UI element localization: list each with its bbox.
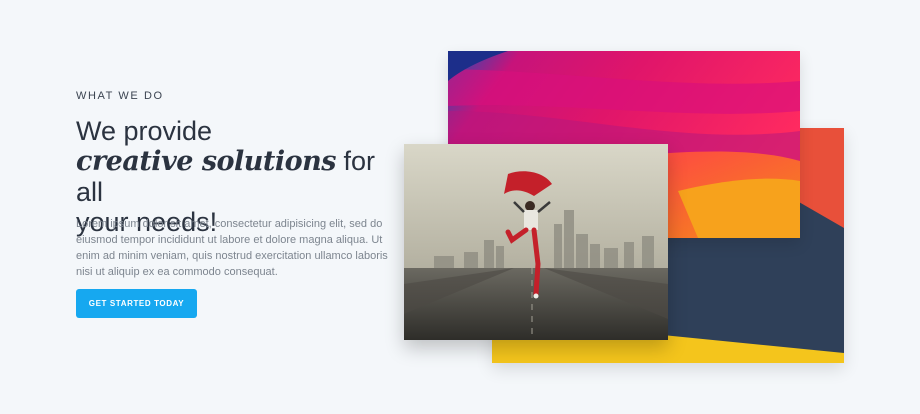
headline-line-1: We provide	[76, 116, 213, 146]
headline-emphasis: creative solutions	[76, 146, 337, 177]
get-started-button[interactable]: GET STARTED TODAY	[76, 289, 197, 318]
dancer-photo	[404, 144, 668, 340]
eyebrow-label: WHAT WE DO	[76, 90, 164, 102]
hero-description: Lorem ipsum dolor sit amet, consectetur …	[76, 218, 388, 278]
